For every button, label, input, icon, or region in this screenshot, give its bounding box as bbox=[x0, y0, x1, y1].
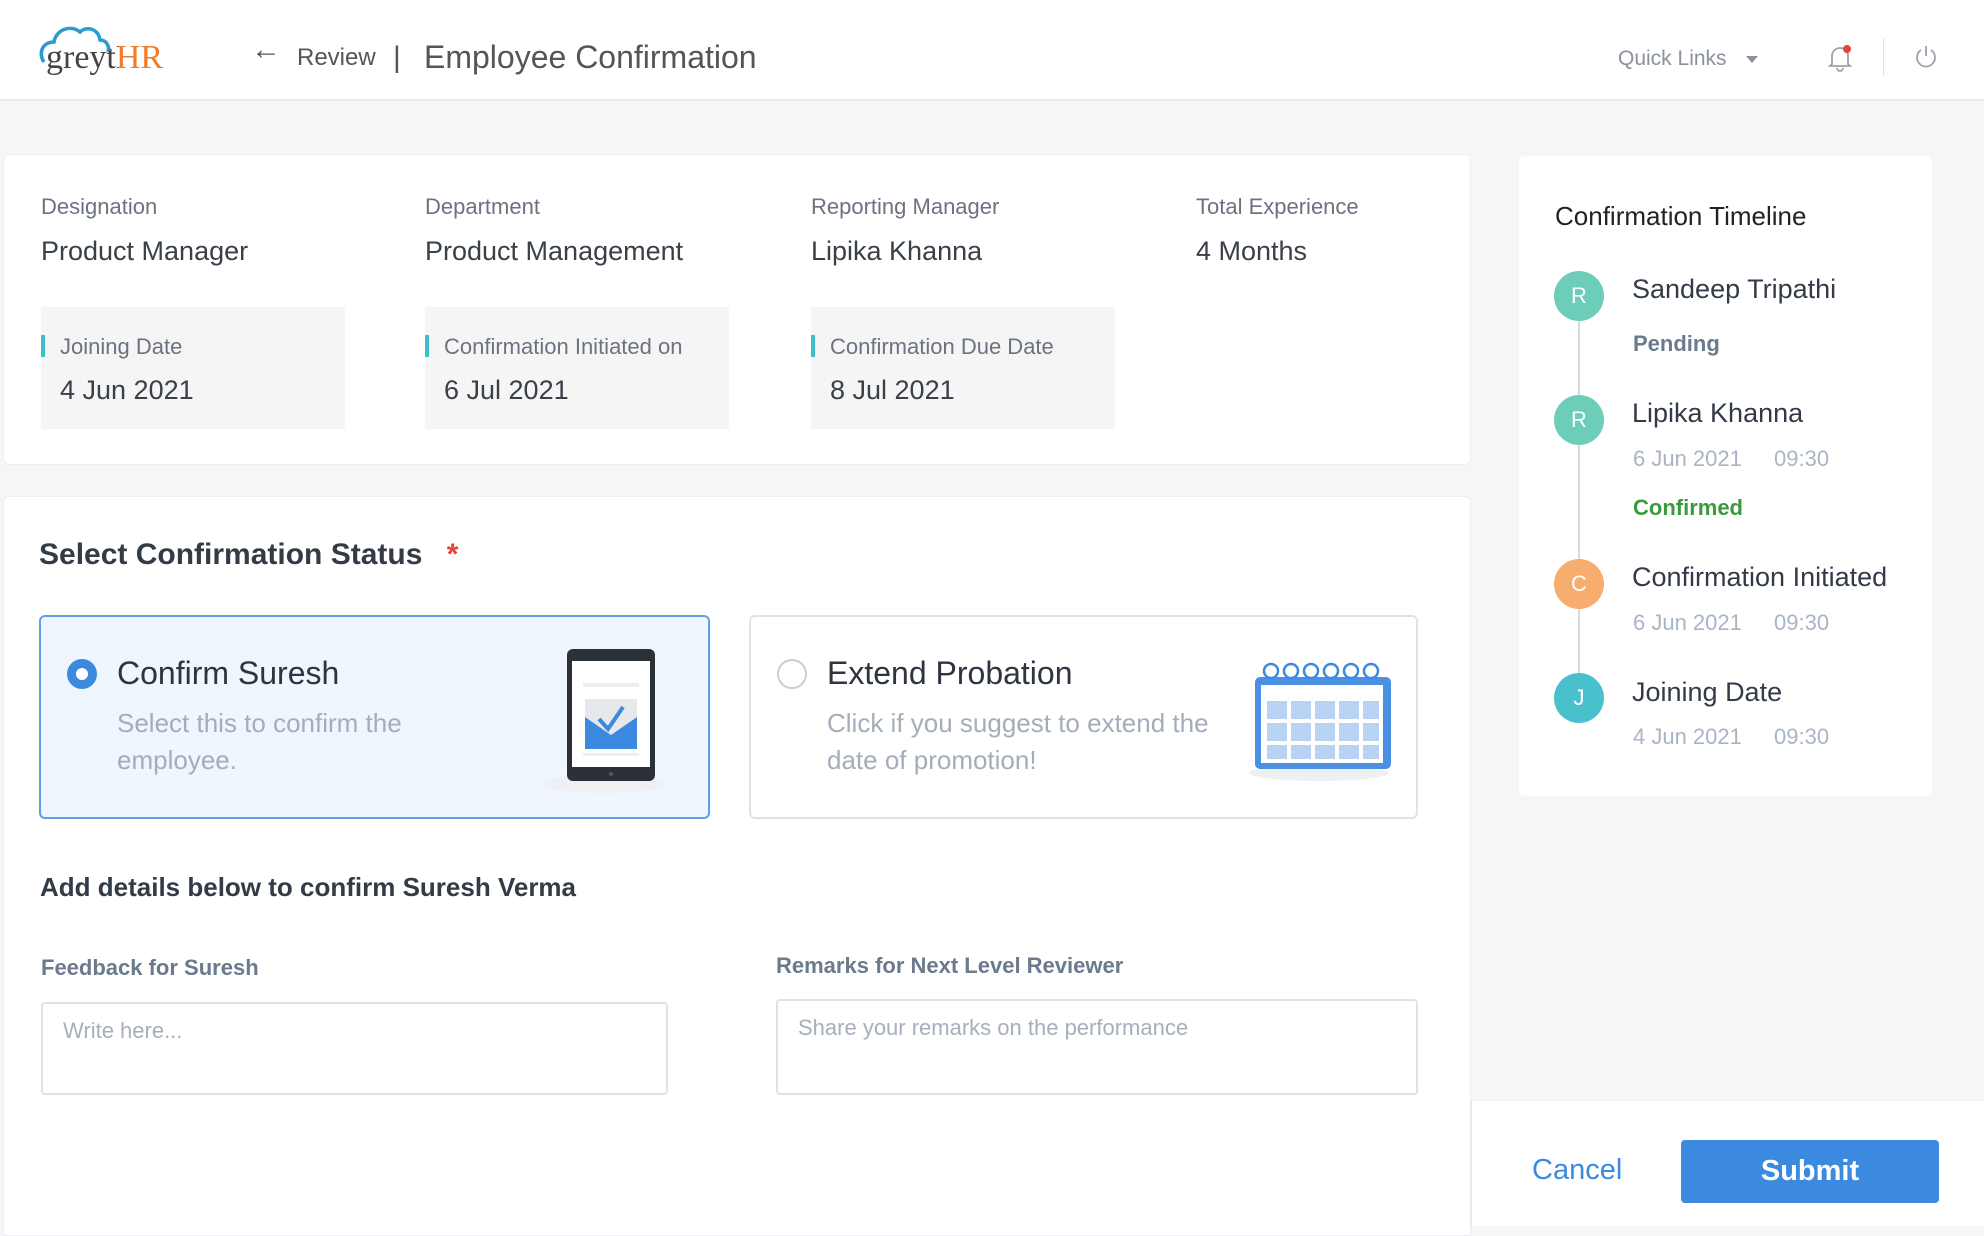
timeline-item-date: 6 Jun 2021 bbox=[1633, 610, 1742, 635]
page-title: Employee Confirmation bbox=[424, 39, 757, 75]
submit-label: Submit bbox=[1760, 1155, 1860, 1187]
option-extend-subtitle: Click if you suggest to extend the date … bbox=[827, 708, 1209, 775]
quick-links-dropdown[interactable]: Quick Links bbox=[1618, 47, 1759, 71]
joining-date-value: 4 Jun 2021 bbox=[60, 375, 194, 405]
timeline-item-name: Sandeep Tripathi bbox=[1632, 274, 1837, 304]
greythr-logo[interactable]: greytHR bbox=[36, 18, 186, 82]
total-experience-value: 4 Months bbox=[1196, 236, 1308, 266]
timeline-connector bbox=[1578, 300, 1580, 690]
timeline-item-date: 6 Jun 2021 bbox=[1633, 446, 1742, 471]
accent-bar bbox=[811, 335, 815, 357]
confirmation-initiated-label: Confirmation Initiated on bbox=[444, 334, 683, 359]
employee-info-card: Designation Product Manager Department P… bbox=[3, 154, 1471, 465]
status-title-text: Select Confirmation Status bbox=[39, 538, 423, 571]
option-confirm-title: Confirm Suresh bbox=[117, 655, 340, 691]
back-review-link[interactable]: Review bbox=[297, 44, 376, 72]
details-heading: Add details below to confirm Suresh Verm… bbox=[40, 872, 577, 902]
timeline-item-time: 09:30 bbox=[1774, 610, 1830, 635]
status-section-title: Select Confirmation Status * bbox=[39, 538, 458, 572]
option-extend-card[interactable]: Extend Probation Click if you suggest to… bbox=[749, 615, 1418, 819]
timeline-item-status-pending: Pending bbox=[1633, 331, 1720, 356]
timeline-item-status-confirmed: Confirmed bbox=[1633, 495, 1743, 520]
top-header: greytHR ← Review | Employee Confirmation… bbox=[0, 0, 1984, 101]
power-icon[interactable] bbox=[1914, 45, 1938, 74]
option-confirm-subtitle: Select this to confirm the employee. bbox=[117, 708, 402, 775]
timeline-title: Confirmation Timeline bbox=[1555, 201, 1807, 231]
accent-bar bbox=[41, 335, 45, 357]
department-value: Product Management bbox=[425, 236, 684, 266]
timeline-item-time: 09:30 bbox=[1774, 724, 1830, 749]
avatar: R bbox=[1554, 271, 1604, 321]
cancel-button[interactable]: Cancel bbox=[1532, 1154, 1622, 1187]
bell-icon[interactable] bbox=[1827, 44, 1853, 77]
timeline-item-name: Confirmation Initiated bbox=[1632, 562, 1888, 592]
designation-value: Product Manager bbox=[41, 236, 249, 266]
avatar: C bbox=[1554, 559, 1604, 609]
required-asterisk: * bbox=[446, 538, 459, 571]
reporting-manager-label: Reporting Manager bbox=[811, 194, 1000, 219]
confirmation-due-label: Confirmation Due Date bbox=[830, 334, 1054, 359]
avatar: J bbox=[1554, 673, 1604, 723]
option-confirm-card[interactable]: Confirm Suresh Select this to confirm th… bbox=[39, 615, 710, 819]
phone-checkmark-illustration bbox=[544, 649, 664, 793]
timeline-item-name: Lipika Khanna bbox=[1632, 398, 1804, 428]
confirmation-due-box: Confirmation Due Date 8 Jul 2021 bbox=[811, 307, 1115, 429]
timeline-item-time: 09:30 bbox=[1774, 446, 1830, 471]
confirmation-initiated-box: Confirmation Initiated on 6 Jul 2021 bbox=[425, 307, 729, 429]
calendar-illustration bbox=[1249, 662, 1391, 781]
joining-date-label: Joining Date bbox=[60, 334, 183, 359]
confirmation-status-card bbox=[3, 496, 1471, 1236]
designation-label: Designation bbox=[41, 194, 158, 219]
total-experience-label: Total Experience bbox=[1196, 194, 1359, 219]
chevron-down-icon bbox=[1746, 55, 1759, 63]
accent-bar bbox=[425, 335, 429, 357]
remarks-input[interactable] bbox=[776, 999, 1418, 1095]
remarks-label: Remarks for Next Level Reviewer bbox=[776, 953, 1124, 978]
logo-text: greytHR bbox=[46, 39, 164, 76]
option-extend-title: Extend Probation bbox=[827, 655, 1073, 691]
feedback-input[interactable] bbox=[41, 1002, 668, 1095]
feedback-label: Feedback for Suresh bbox=[41, 955, 259, 980]
confirmation-due-value: 8 Jul 2021 bbox=[830, 375, 955, 405]
timeline-item-name: Joining Date bbox=[1632, 677, 1783, 707]
avatar: R bbox=[1554, 395, 1604, 445]
radio-unselected[interactable] bbox=[777, 659, 807, 689]
arrow-left-icon[interactable]: ← bbox=[251, 35, 281, 65]
submit-button[interactable]: Submit bbox=[1681, 1140, 1939, 1203]
joining-date-box: Joining Date 4 Jun 2021 bbox=[41, 307, 345, 429]
reporting-manager-value: Lipika Khanna bbox=[811, 236, 983, 266]
quick-links-label: Quick Links bbox=[1618, 47, 1727, 70]
confirmation-initiated-value: 6 Jul 2021 bbox=[444, 375, 569, 405]
department-label: Department bbox=[425, 194, 540, 219]
radio-selected[interactable] bbox=[67, 659, 97, 689]
title-separator: | bbox=[393, 41, 401, 74]
header-divider bbox=[1883, 38, 1884, 76]
timeline-item-date: 4 Jun 2021 bbox=[1633, 724, 1742, 749]
